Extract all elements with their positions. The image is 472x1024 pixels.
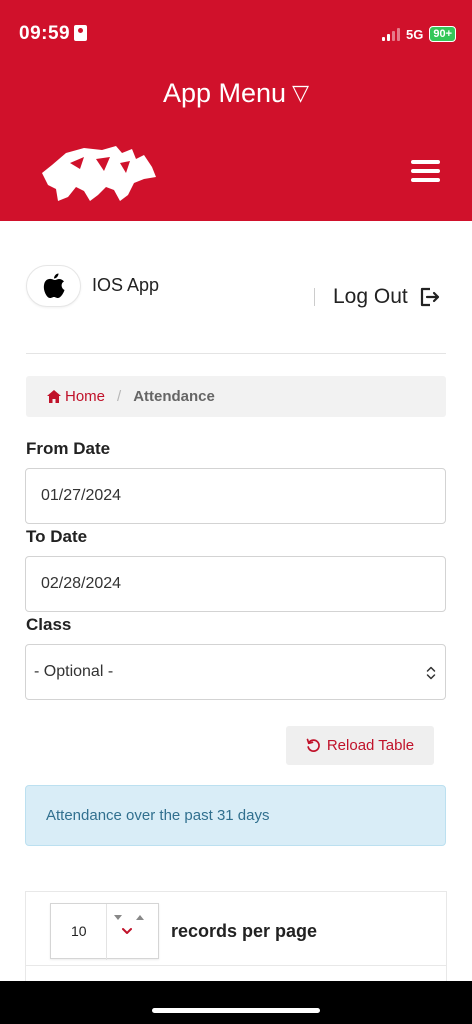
logout-separator [314, 288, 315, 306]
class-label: Class [26, 615, 72, 634]
battery-icon: 90+ [429, 26, 456, 42]
user-avatar[interactable] [26, 265, 81, 307]
user-name: IOS App [92, 275, 160, 295]
table-header-border [26, 965, 446, 966]
attendance-info-text: Attendance over the past 31 days [46, 807, 270, 824]
breadcrumb-current: Attendance [133, 388, 215, 405]
breadcrumb-separator: / [117, 388, 122, 405]
to-date-field[interactable]: 02/28/2024 [25, 556, 446, 612]
attendance-info-alert: Attendance over the past 31 days [25, 785, 446, 846]
records-per-page-value: 10 [71, 923, 87, 939]
signal-icon [381, 27, 400, 41]
app-menu-toggle[interactable]: App Menu ▽ [0, 78, 472, 109]
network-type: 5G [405, 26, 424, 42]
from-date-field[interactable]: 01/27/2024 [25, 468, 446, 524]
records-per-page-label: records per page [171, 921, 318, 941]
attendance-screen: 09:59 5G 90+ App Menu▽ IOS App Log Out [0, 0, 472, 1024]
rhino-logo[interactable] [40, 143, 158, 203]
contact-card-icon [74, 25, 88, 41]
records-per-page-divider [106, 904, 107, 960]
class-select-value: - Optional - [34, 663, 114, 680]
app-menu-title: App Menu [162, 78, 287, 108]
reload-icon [306, 738, 320, 752]
spinner-arrows-icon [114, 915, 144, 934]
app-header: 09:59 5G 90+ App Menu ▽ [0, 0, 472, 221]
breadcrumb: Home / Attendance [26, 376, 446, 417]
status-time-text: 09:59 [19, 23, 71, 44]
reload-table-label: Reload Table [326, 737, 415, 754]
home-indicator[interactable] [152, 1008, 320, 1013]
reload-table-button[interactable]: Reload Table [286, 726, 434, 765]
logout-button[interactable]: Log Out [314, 285, 440, 309]
from-date-label: From Date [26, 439, 111, 458]
breadcrumb-home[interactable]: Home [47, 388, 105, 405]
status-time: 09:59 [19, 23, 88, 45]
breadcrumb-home-label: Home [65, 388, 106, 405]
hamburger-icon[interactable] [411, 160, 440, 184]
chevron-updown-icon [426, 666, 436, 680]
caret-down-icon: ▽ [292, 80, 309, 105]
class-select[interactable]: - Optional - [25, 644, 446, 700]
records-per-page-select[interactable]: 10 [50, 903, 159, 960]
to-date-label: To Date [26, 527, 88, 546]
from-date-value: 01/27/2024 [41, 487, 122, 504]
logout-label: Log Out [333, 285, 408, 308]
system-home-bar [0, 981, 472, 1024]
to-date-value: 02/28/2024 [41, 575, 122, 592]
status-indicators: 5G 90+ [381, 26, 456, 42]
apple-icon [43, 273, 65, 298]
section-divider [26, 353, 446, 354]
home-icon [47, 390, 61, 403]
logout-icon [420, 287, 439, 307]
attendance-table-panel: 10 records per page [25, 891, 447, 991]
